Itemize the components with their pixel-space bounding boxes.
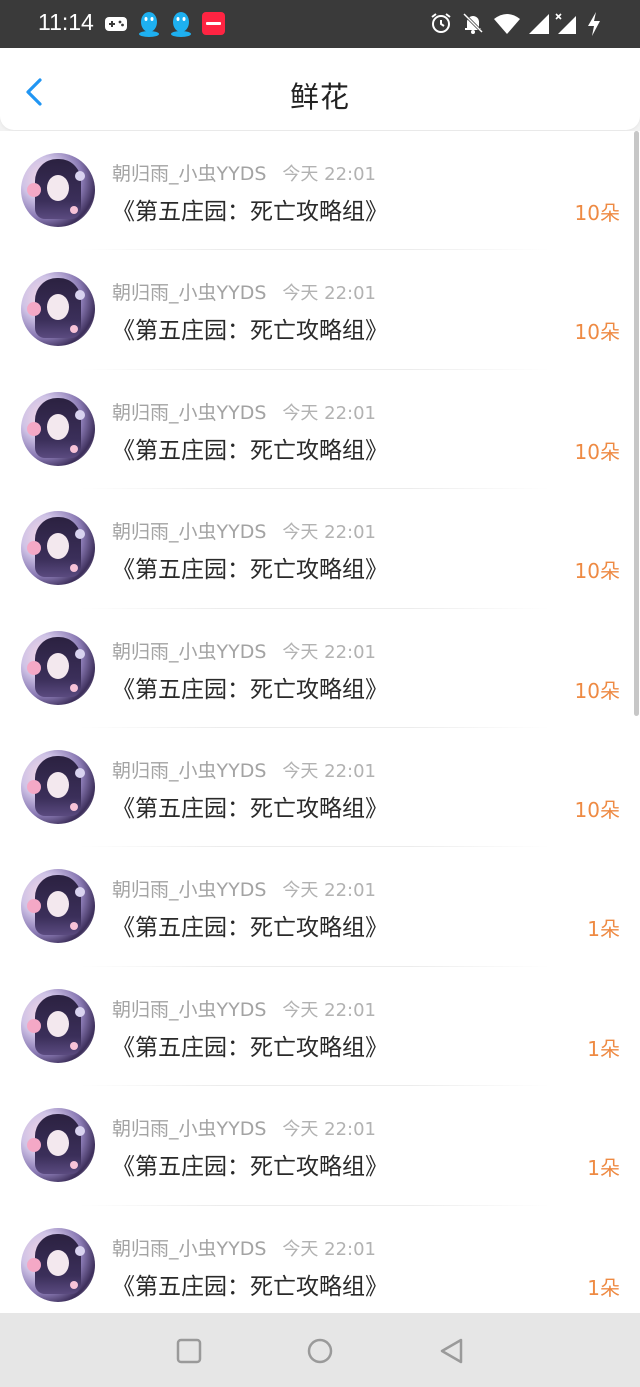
back-triangle-icon — [440, 1338, 463, 1364]
back-nav-button[interactable] — [438, 1337, 466, 1365]
book-title: 《第五庄园：死亡攻略组》 — [112, 557, 388, 584]
book-title: 《第五庄园：死亡攻略组》 — [112, 437, 388, 464]
book-title: 《第五庄园：死亡攻略组》 — [112, 1154, 388, 1181]
system-nav-bar — [0, 1313, 640, 1387]
alarm-icon — [431, 13, 451, 33]
user-name: 朝归雨_小虫YYDS — [112, 401, 267, 424]
page-title: 鲜花 — [289, 80, 350, 114]
avatar[interactable] — [21, 1227, 95, 1302]
list-item[interactable]: 朝归雨_小虫YYDS 今天 22:01 《第五庄园：死亡攻略组》 10朵 — [0, 489, 640, 609]
list-item[interactable]: 朝归雨_小虫YYDS 今天 22:01 《第五庄园：死亡攻略组》 10朵 — [0, 250, 640, 370]
user-name: 朝归雨_小虫YYDS — [112, 1237, 267, 1260]
item-time: 今天 22:01 — [282, 402, 377, 424]
list-item[interactable]: 朝归雨_小虫YYDS 今天 22:01 《第五庄园：死亡攻略组》 10朵 — [0, 608, 640, 728]
book-title: 《第五庄园：死亡攻略组》 — [112, 1034, 388, 1061]
user-name: 朝归雨_小虫YYDS — [112, 282, 267, 305]
book-title: 《第五庄园：死亡攻略组》 — [112, 318, 388, 345]
avatar[interactable] — [21, 272, 95, 347]
charging-icon — [588, 12, 600, 36]
item-time: 今天 22:01 — [282, 283, 377, 305]
flower-count: 10朵 — [574, 559, 620, 584]
app-header: 鲜花 — [0, 48, 640, 130]
xiaohongshu-icon — [202, 12, 225, 35]
flower-count: 1朵 — [587, 917, 620, 942]
flower-count: 1朵 — [587, 1036, 620, 1061]
flower-count: 10朵 — [574, 320, 620, 345]
home-circle-icon — [307, 1338, 333, 1364]
book-title: 《第五庄园：死亡攻略组》 — [112, 1273, 388, 1300]
signal-x-icon — [555, 13, 576, 34]
list-item[interactable]: 朝归雨_小虫YYDS 今天 22:01 《第五庄园：死亡攻略组》 10朵 — [0, 727, 640, 848]
book-title: 《第五庄园：死亡攻略组》 — [112, 199, 388, 225]
avatar[interactable] — [21, 391, 95, 466]
game-controller-icon — [105, 17, 127, 31]
list-item[interactable]: 朝归雨_小虫YYDS 今天 22:01 《第五庄园：死亡攻略组》 10朵 — [0, 369, 640, 490]
user-name: 朝归雨_小虫YYDS — [112, 521, 267, 544]
user-name: 朝归雨_小虫YYDS — [112, 1118, 267, 1141]
status-bar: 11:14 — [0, 0, 640, 48]
flower-count: 10朵 — [574, 678, 620, 703]
avatar[interactable] — [21, 869, 95, 944]
user-name: 朝归雨_小虫YYDS — [112, 998, 267, 1021]
list-item[interactable]: 朝归雨_小虫YYDS 今天 22:01 《第五庄园：死亡攻略组》 10朵 — [0, 131, 640, 251]
avatar[interactable] — [21, 511, 95, 586]
avatar[interactable] — [21, 630, 95, 705]
list-item[interactable]: 朝归雨_小虫YYDS 今天 22:01 《第五庄园：死亡攻略组》 1朵 — [0, 966, 640, 1087]
qq-icon — [139, 12, 159, 37]
item-time: 今天 22:01 — [282, 1119, 377, 1141]
item-time: 今天 22:01 — [282, 522, 377, 544]
item-time: 今天 22:01 — [282, 880, 377, 902]
flower-count: 1朵 — [587, 1275, 620, 1300]
recents-square-icon — [176, 1338, 202, 1364]
item-time: 今天 22:01 — [282, 641, 377, 663]
book-title: 《第五庄园：死亡攻略组》 — [112, 795, 388, 822]
wifi-icon — [494, 14, 520, 34]
user-name: 朝归雨_小虫YYDS — [112, 759, 267, 782]
list-item[interactable]: 朝归雨_小虫YYDS 今天 22:01 《第五庄园：死亡攻略组》 1朵 — [0, 847, 640, 967]
list-item[interactable]: 朝归雨_小虫YYDS 今天 22:01 《第五庄园：死亡攻略组》 1朵 — [0, 1205, 640, 1313]
list-item[interactable]: 朝归雨_小虫YYDS 今天 22:01 《第五庄园：死亡攻略组》 1朵 — [0, 1086, 640, 1206]
status-time: 11:14 — [38, 9, 94, 35]
flower-list[interactable]: 朝归雨_小虫YYDS 今天 22:01 《第五庄园：死亡攻略组》 10朵 朝归雨_… — [0, 131, 640, 1313]
item-time: 今天 22:01 — [282, 999, 377, 1021]
book-title: 《第五庄园：死亡攻略组》 — [112, 676, 388, 703]
user-name: 朝归雨_小虫YYDS — [112, 163, 267, 185]
flower-count: 10朵 — [574, 201, 620, 225]
user-name: 朝归雨_小虫YYDS — [112, 879, 267, 902]
book-title: 《第五庄园：死亡攻略组》 — [112, 915, 388, 942]
flower-count: 10朵 — [574, 797, 620, 822]
home-button[interactable] — [306, 1337, 334, 1365]
scrollbar-thumb[interactable] — [634, 131, 639, 716]
item-time: 今天 22:01 — [282, 164, 377, 185]
flower-count: 10朵 — [574, 439, 620, 464]
user-name: 朝归雨_小虫YYDS — [112, 640, 267, 663]
avatar[interactable] — [21, 153, 95, 227]
qq-icon — [171, 12, 191, 37]
avatar[interactable] — [21, 1108, 95, 1183]
avatar[interactable] — [21, 749, 95, 824]
avatar[interactable] — [21, 988, 95, 1063]
signal-icon — [529, 14, 549, 34]
item-time: 今天 22:01 — [282, 1238, 377, 1260]
item-time: 今天 22:01 — [282, 760, 377, 782]
recents-button[interactable] — [175, 1337, 203, 1365]
bell-off-icon — [462, 12, 484, 34]
flower-count: 1朵 — [587, 1156, 620, 1181]
